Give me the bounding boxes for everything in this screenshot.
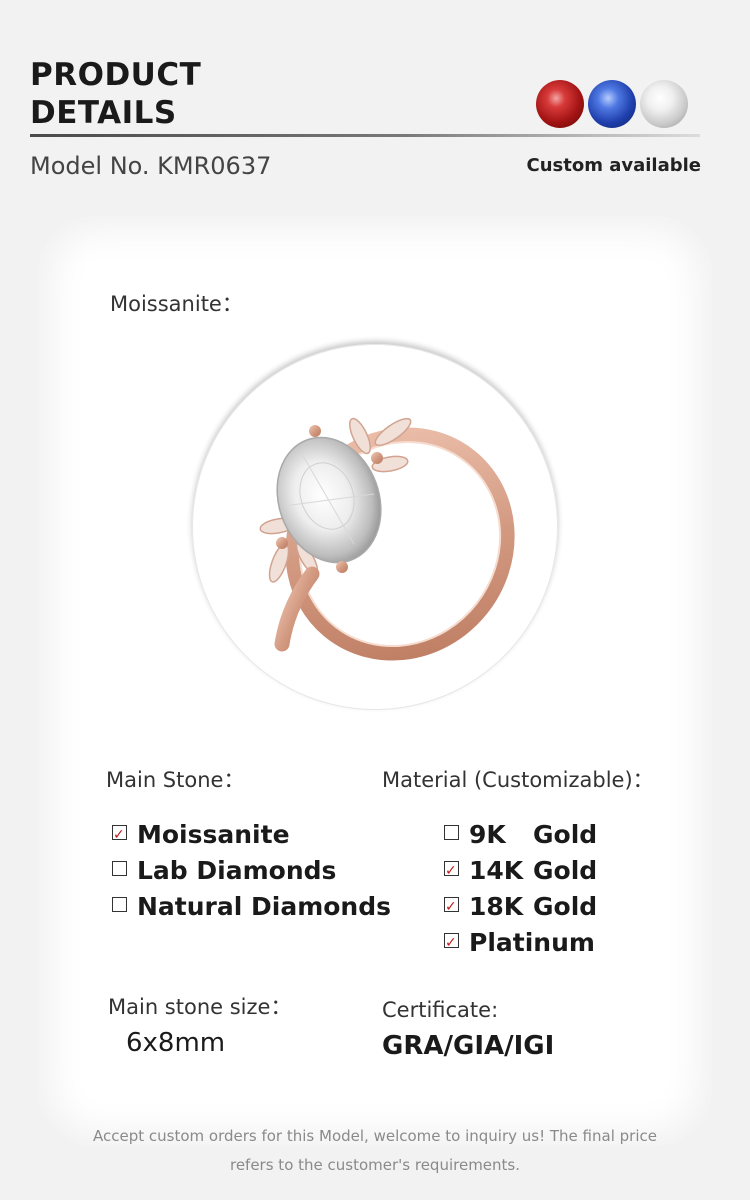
ring-image-icon xyxy=(259,417,515,661)
page-title: PRODUCT DETAILS xyxy=(30,56,201,132)
option-14k-gold: 14KGold xyxy=(444,856,597,886)
moissanite-label: Moissanite： xyxy=(110,292,243,316)
title-line-2: DETAILS xyxy=(30,95,177,131)
checkbox-empty-icon xyxy=(112,897,127,912)
details-card: Moissanite： Main Stone： ✓Moissanite Lab … xyxy=(38,216,712,1146)
custom-available: Custom available xyxy=(526,155,701,176)
main-stone-size-value: 6x8mm xyxy=(126,1028,226,1058)
main-stone-label: Main Stone： xyxy=(106,768,245,792)
note-line-1: Accept custom orders for this Model, wel… xyxy=(93,1127,657,1145)
custom-order-note: Accept custom orders for this Model, wel… xyxy=(0,1122,750,1180)
checkbox-checked-icon xyxy=(444,928,459,958)
model-number: Model No. KMR0637 xyxy=(30,152,272,180)
option-moissanite: Moissanite xyxy=(112,820,290,850)
certificate-label: Certificate: xyxy=(382,998,499,1022)
checkbox-checked-icon xyxy=(444,856,459,886)
checkbox-checked-icon xyxy=(112,820,127,850)
note-line-2: refers to the customer's requirements. xyxy=(229,1156,521,1174)
main-stone-size-label: Main stone size： xyxy=(108,995,292,1019)
option-9k-gold: 9K Gold xyxy=(444,820,597,850)
header-divider xyxy=(30,134,700,137)
title-line-1: PRODUCT xyxy=(30,57,202,93)
checkbox-empty-icon xyxy=(444,825,459,840)
option-18k-gold: 18KGold xyxy=(444,892,597,922)
option-natural-diamonds: Natural Diamonds xyxy=(112,892,391,922)
material-label: Material (Customizable)： xyxy=(382,768,654,792)
white-gem-icon xyxy=(640,80,688,128)
checkbox-checked-icon xyxy=(444,892,459,922)
option-lab-diamonds: Lab Diamonds xyxy=(112,856,336,886)
ring-photo xyxy=(192,344,558,710)
certificate-value: GRA/GIA/IGI xyxy=(382,1031,555,1061)
checkbox-empty-icon xyxy=(112,861,127,876)
option-platinum: Platinum xyxy=(444,928,595,958)
gem-color-swatches xyxy=(536,80,688,128)
red-gem-icon xyxy=(536,80,584,128)
blue-gem-icon xyxy=(588,80,636,128)
